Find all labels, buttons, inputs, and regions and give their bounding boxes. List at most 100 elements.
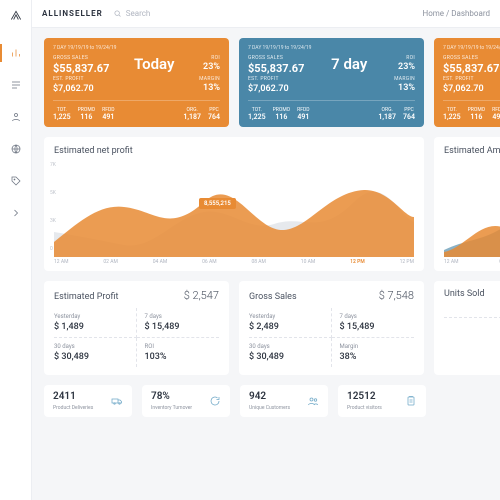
metric-cell: Margin38% — [332, 338, 415, 367]
gross-value: $55,837.67 — [53, 62, 109, 75]
gross-label: GROSS SALES — [443, 55, 499, 61]
metric-card-profit[interactable]: Estimated Profit $ 2,547 Yesterday$ 1,48… — [44, 281, 229, 375]
topbar: ALLINSELLER Search Home / Dashboard — [32, 0, 500, 28]
kpi-label: Unique Customers — [249, 405, 290, 411]
units-promo: PROMO116 — [468, 107, 485, 121]
profit-value: $7,062.70 — [443, 84, 499, 94]
orders-ppc: PPC764 — [403, 107, 415, 121]
gross-label: GROSS SALES — [248, 55, 304, 61]
stat-period: 7 day — [331, 55, 367, 73]
metric-main: $ 7,548 — [379, 289, 414, 302]
orders-org: ORG.1,187 — [183, 107, 201, 121]
chart-xaxis: 12 AM04 AM 08 AM12 PM — [444, 259, 500, 265]
units-tot: TOT.1,225 — [53, 107, 71, 121]
chart-net-profit[interactable]: Estimated net profit 7K 5K 3K 0 8,555,21… — [44, 137, 424, 271]
stat-card-14day[interactable]: 7 DAY 19/19/19 to 19/24/19 GROSS SALES $… — [434, 38, 500, 127]
metric-cell: 30 days$ 30,489 — [54, 338, 137, 367]
gross-value: $55,837.67 — [443, 62, 499, 75]
metric-title: Estimated Profit — [54, 292, 118, 302]
profit-value: $7,062.70 — [248, 84, 304, 94]
metric-cell: 7 days$ 15,489 — [137, 308, 220, 338]
ytick: 7K — [50, 162, 56, 168]
chart-title: Estimated net profit — [54, 146, 414, 156]
nav-globe-icon[interactable] — [7, 140, 25, 158]
area-chart-svg — [444, 162, 500, 257]
kpi-customers[interactable]: 942 Unique Customers — [240, 385, 328, 417]
nav-list-icon[interactable] — [7, 76, 25, 94]
roi-label: ROI — [199, 55, 220, 61]
stat-card-row: 7 DAY 19/19/19 to 19/24/19 GROSS SALES $… — [44, 38, 488, 127]
kpi-label: Inventory Turnover — [151, 405, 192, 411]
clipboard-icon — [405, 395, 417, 407]
units-rfdd: RFDD491 — [492, 107, 500, 121]
kpi-deliveries[interactable]: 2411 Product Deliveries — [44, 385, 132, 417]
kpi-turnover[interactable]: 78% Inventory Turnover — [142, 385, 230, 417]
units-rfdd: RFDD491 — [102, 107, 114, 121]
kpi-visitors[interactable]: 12512 Product visitors — [338, 385, 426, 417]
metric-main: $ 2,547 — [184, 289, 219, 302]
stat-range: 7 DAY 19/19/19 to 19/24/19 — [248, 45, 415, 51]
units-tot: TOT.1,225 — [248, 107, 266, 121]
chart-row: Estimated net profit 7K 5K 3K 0 8,555,21… — [44, 137, 488, 271]
metric-cell — [444, 318, 500, 328]
profit-value: $7,062.70 — [53, 84, 109, 94]
gross-value: $55,837.67 — [248, 62, 304, 75]
users-icon — [307, 395, 319, 407]
ytick: 5K — [50, 190, 56, 196]
metric-card-gross[interactable]: Gross Sales $ 7,548 Yesterday$ 2,489 7 d… — [239, 281, 424, 375]
stat-card-7day[interactable]: 7 DAY 19/19/19 to 19/24/19 GROSS SALES $… — [239, 38, 424, 127]
stat-period: Today — [134, 55, 174, 73]
chart-title: Estimated Amazon payout — [444, 146, 500, 156]
nav-analytics-icon[interactable] — [7, 44, 25, 62]
stat-card-today[interactable]: 7 DAY 19/19/19 to 19/24/19 GROSS SALES $… — [44, 38, 229, 127]
nav-more-icon[interactable] — [7, 204, 25, 222]
metric-cell: Yesterday$ 1,489 — [54, 308, 137, 338]
sidebar — [0, 0, 32, 500]
orders-org: ORG.1,187 — [378, 107, 396, 121]
kpi-label: Product Deliveries — [53, 405, 93, 411]
search-input[interactable]: Search — [113, 9, 413, 18]
chart-tooltip: 8,555,215 — [199, 198, 236, 209]
chart-xaxis: 12 AM02 AM 04 AM06 AM 08 AM10 AM 12 PM12… — [54, 259, 414, 265]
brand-name: ALLINSELLER — [42, 9, 103, 18]
ytick: 3K — [50, 218, 56, 224]
nav-tag-icon[interactable] — [7, 172, 25, 190]
refresh-icon — [209, 395, 221, 407]
metric-cell: ROI103% — [137, 338, 220, 367]
kpi-label: Product visitors — [347, 405, 382, 411]
kpi-value: 942 — [249, 391, 290, 402]
kpi-value: 12512 — [347, 391, 382, 402]
gross-label: GROSS SALES — [53, 55, 109, 61]
breadcrumb[interactable]: Home / Dashboard — [423, 9, 491, 18]
units-rfdd: RFDD491 — [297, 107, 309, 121]
units-promo: PROMO116 — [273, 107, 290, 121]
metric-title: Gross Sales — [249, 292, 297, 302]
metric-card-units[interactable]: Units Sold — [434, 281, 500, 375]
profit-label: EST. PROFIT — [53, 76, 109, 82]
chart-amazon-payout[interactable]: Estimated Amazon payout 12 AM04 AM 08 AM… — [434, 137, 500, 271]
stat-range: 7 DAY 19/19/19 to 19/24/19 — [53, 45, 220, 51]
margin-label: MARGIN — [394, 76, 415, 82]
margin-value: 13% — [394, 83, 415, 93]
ytick: 0 — [50, 246, 53, 252]
kpi-value: 78% — [151, 391, 192, 402]
kpi-value: 2411 — [53, 391, 93, 402]
roi-label: ROI — [394, 55, 415, 61]
roi-value: 23% — [199, 62, 220, 72]
margin-label: MARGIN — [199, 76, 220, 82]
margin-value: 13% — [199, 83, 220, 93]
area-chart-svg — [54, 162, 414, 257]
orders-ppc: PPC764 — [208, 107, 220, 121]
nav-user-icon[interactable] — [7, 108, 25, 126]
search-icon — [113, 9, 122, 18]
metric-cell — [444, 305, 500, 318]
search-placeholder: Search — [126, 9, 151, 18]
metric-cell: Yesterday$ 2,489 — [249, 308, 332, 338]
brand-logo-icon[interactable] — [8, 8, 24, 24]
kpi-row: 2411 Product Deliveries 78% Inventory Turn… — [44, 385, 488, 417]
metric-title: Units Sold — [444, 289, 485, 299]
units-tot: TOT.1,225 — [443, 107, 461, 121]
stat-range: 7 DAY 19/19/19 to 19/24/19 — [443, 45, 500, 51]
metrics-row: Estimated Profit $ 2,547 Yesterday$ 1,48… — [44, 281, 488, 375]
metric-cell: 30 days$ 30,489 — [249, 338, 332, 367]
